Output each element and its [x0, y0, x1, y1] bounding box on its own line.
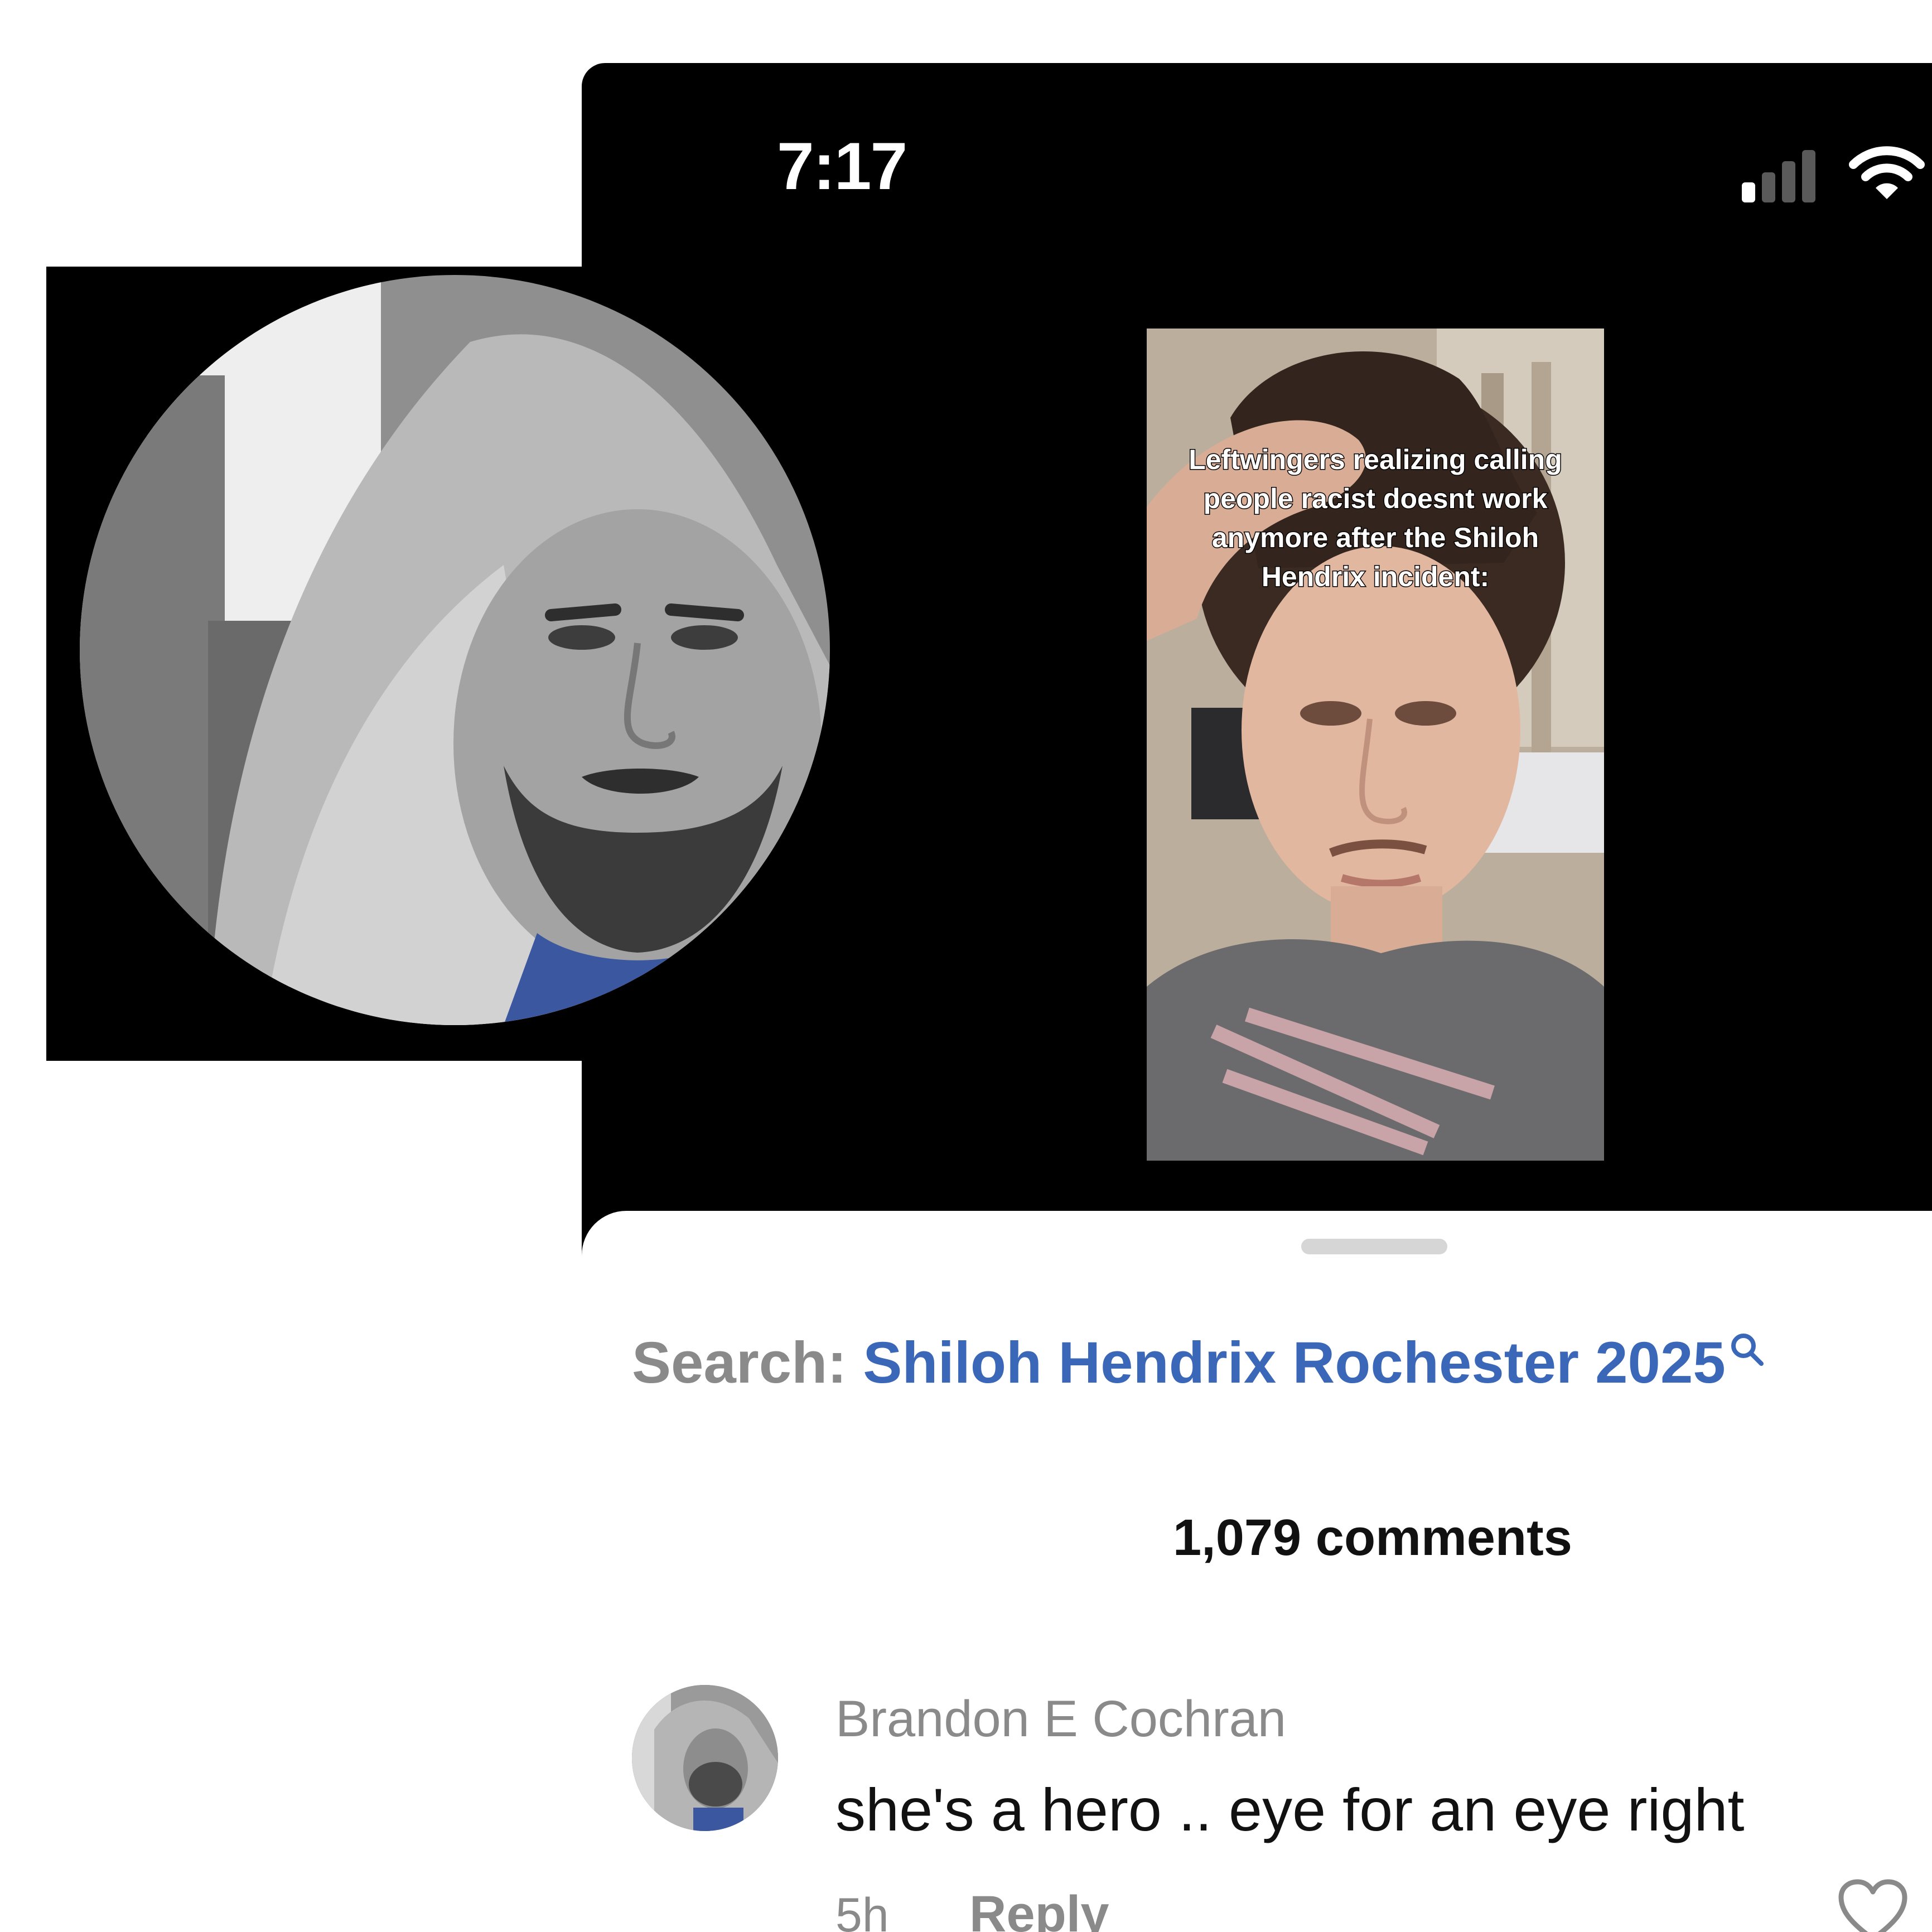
profile-portrait-image: [80, 275, 830, 1025]
comment-timestamp: 5h: [835, 1888, 889, 1932]
comment-item: Brandon E Cochran she's a hero .. eye fo…: [632, 1685, 1915, 1932]
screenshot-composite: 7:17 Leftwingers realizing calling peopl…: [0, 0, 1932, 1932]
comments-count: 1,079 comments: [1173, 1509, 1572, 1566]
search-label: Search:: [632, 1330, 847, 1395]
status-bar: 7:17: [582, 63, 1932, 202]
heart-icon[interactable]: [1837, 1877, 1909, 1932]
search-term-link[interactable]: Shiloh Hendrix Rochester 2025: [863, 1330, 1725, 1395]
reply-button[interactable]: Reply: [969, 1888, 1109, 1932]
search-icon[interactable]: [1728, 1330, 1767, 1369]
status-time: 7:17: [777, 129, 907, 204]
video-caption: Leftwingers realizing calling people rac…: [1188, 443, 1563, 593]
video-thumbnail[interactable]: Leftwingers realizing calling people rac…: [1147, 329, 1604, 1161]
cellular-signal-icon: [1742, 147, 1825, 202]
phone-screen: 7:17 Leftwingers realizing calling peopl…: [582, 63, 1932, 1932]
search-suggestion[interactable]: Search: Shiloh Hendrix Rochester 2025: [632, 1334, 1767, 1392]
comments-sheet: Search: Shiloh Hendrix Rochester 2025 1,…: [582, 1211, 1932, 1932]
comment-text: she's a hero .. eye for an eye right: [835, 1776, 1745, 1843]
sheet-drag-handle[interactable]: [1301, 1239, 1447, 1254]
avatar-image: [632, 1685, 778, 1831]
comment-author[interactable]: Brandon E Cochran: [835, 1693, 1286, 1745]
profile-photo: [80, 275, 830, 1025]
wifi-icon: [1849, 146, 1925, 199]
avatar[interactable]: [632, 1685, 778, 1831]
